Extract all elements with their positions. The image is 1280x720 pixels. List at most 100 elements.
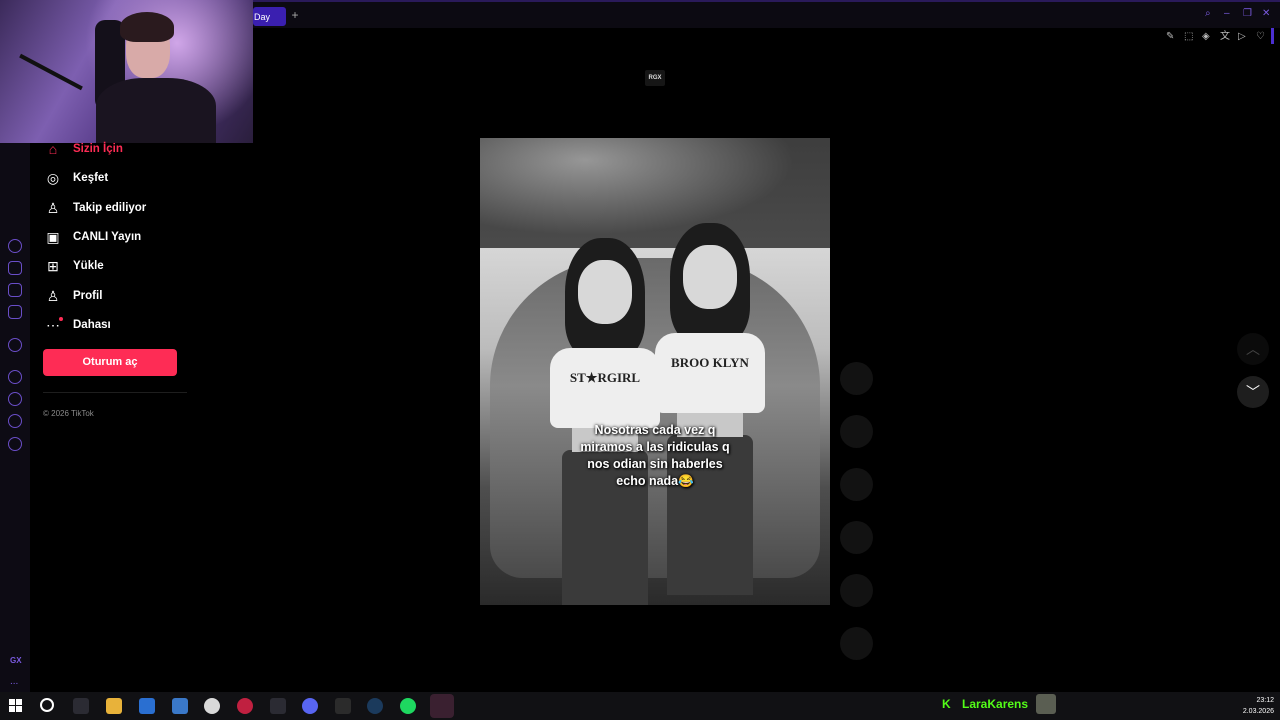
pin-icon[interactable]: ✎ <box>1166 31 1176 43</box>
history-icon[interactable] <box>8 392 22 406</box>
clock-date: 2.03.2026 <box>1242 708 1274 715</box>
browser-tab-active[interactable]: Day <box>253 7 286 26</box>
webcam-overlay <box>0 0 253 143</box>
video-person-right: BROO KLYN <box>655 223 765 605</box>
windows-taskbar <box>0 692 1280 720</box>
kick-username: LaraKarens <box>962 697 1029 711</box>
person-face <box>578 260 632 324</box>
heart-icon[interactable]: ♡ <box>1256 31 1266 43</box>
nav-item-live[interactable]: ▣ CANLI Yayın <box>45 227 141 247</box>
caption-line: Nosotras cada vez q <box>594 423 716 437</box>
profile-icon: ♙ <box>46 288 60 304</box>
snapshot-icon[interactable]: ⬚ <box>1184 31 1194 43</box>
browser-toolbar: ✎ ⬚ ◈ 文 ▷ ♡ <box>253 28 1280 48</box>
comment-button[interactable] <box>840 468 873 501</box>
windows-start-icon[interactable] <box>9 699 25 715</box>
screen: Day + ⌕ – ❐ ✕ ✎ ⬚ ◈ 文 ▷ ♡ GX ... ⌂ Sizin… <box>0 0 1280 720</box>
next-video-button[interactable]: ﹀ <box>1237 376 1269 408</box>
opera-gx-icon[interactable] <box>237 698 253 714</box>
nav-divider <box>43 392 187 393</box>
webcam-streamer-body <box>96 78 216 143</box>
system-clock[interactable]: 23:12 2.03.2026 <box>1243 695 1274 717</box>
webcam-streamer-hair <box>120 12 174 42</box>
nav-item-label: Profil <box>73 290 103 302</box>
person-shirt <box>655 333 765 413</box>
previous-video-button[interactable]: ︿ <box>1237 333 1269 365</box>
gx-settings-icon[interactable] <box>8 338 22 352</box>
nav-item-following[interactable]: ♙ Takip ediliyor <box>45 198 147 218</box>
nav-item-for-you[interactable]: ⌂ Sizin İçin <box>45 139 123 159</box>
clock-time: 23:12 <box>1256 697 1274 704</box>
kick-avatar <box>1036 694 1056 714</box>
shirt-text-left: ST★RGIRL <box>569 370 641 385</box>
close-icon[interactable]: ✕ <box>1262 9 1272 19</box>
login-button[interactable]: Oturum aç <box>43 349 177 376</box>
gx-corner-icon[interactable] <box>8 261 22 275</box>
search-icon[interactable]: ⌕ <box>1205 9 1215 19</box>
search-icon[interactable] <box>40 698 54 712</box>
restore-icon[interactable]: ❐ <box>1243 9 1253 19</box>
shirt-text-right: BROO KLYN <box>671 355 749 370</box>
chat-icon[interactable] <box>8 414 22 428</box>
nav-item-label: Sizin İçin <box>73 143 123 155</box>
epic-games-icon[interactable] <box>335 698 351 714</box>
music-disc-button[interactable] <box>840 627 873 660</box>
sidebar-accent-bar <box>1271 28 1274 44</box>
opera-gx-active-icon[interactable] <box>430 694 454 718</box>
more-icon: ⋯ <box>45 317 63 333</box>
video-player[interactable]: ST★RGIRL BROO KLYN <box>480 138 830 605</box>
minimize-icon[interactable]: – <box>1224 9 1234 19</box>
video-caption: Nosotras cada vez q miramos a las ridicu… <box>565 422 745 490</box>
nav-item-upload[interactable]: ⊞ Yükle <box>45 256 104 276</box>
messenger-icon[interactable] <box>8 305 22 319</box>
gx-more-icon[interactable]: ... <box>10 676 18 687</box>
copyright-text: © 2026 TikTok <box>43 409 94 418</box>
nav-item-label: Takip ediliyor <box>73 202 147 214</box>
obs-icon[interactable] <box>204 698 220 714</box>
nav-item-explore[interactable]: ◎ Keşfet <box>45 168 108 188</box>
settings-icon[interactable] <box>8 437 22 451</box>
creator-tag[interactable]: RGX <box>645 70 665 86</box>
app-g-icon[interactable] <box>270 698 286 714</box>
person-face <box>683 245 737 309</box>
network-app-icon[interactable] <box>172 698 188 714</box>
chevron-down-icon: ﹀ <box>1246 384 1260 400</box>
notification-dot <box>59 317 63 321</box>
avatar-button[interactable] <box>840 362 873 395</box>
discord-icon[interactable] <box>302 698 318 714</box>
upload-icon: ⊞ <box>47 258 59 274</box>
file-explorer-icon[interactable] <box>106 698 122 714</box>
nav-item-profile[interactable]: ♙ Profil <box>45 286 103 306</box>
nav-item-label: Dahası <box>73 319 111 331</box>
caption-line: miramos a las ridiculas q <box>580 440 730 454</box>
tiktok-sidebar: ⌂ Sizin İçin ◎ Keşfet ♙ Takip ediliyor ▣… <box>30 141 253 692</box>
nav-item-label: Yükle <box>73 260 104 272</box>
caption-line: echo nada😂 <box>616 474 694 488</box>
video-actions <box>840 362 873 680</box>
save-button[interactable] <box>840 521 873 554</box>
shield-icon[interactable]: ◈ <box>1202 31 1212 43</box>
player-icon[interactable] <box>8 370 22 384</box>
like-button[interactable] <box>840 415 873 448</box>
nav-item-more[interactable]: ⋯ Dahası <box>45 315 111 335</box>
live-tv-icon: ▣ <box>46 229 60 245</box>
chevron-up-icon: ︿ <box>1246 341 1260 357</box>
remote-desktop-icon[interactable] <box>139 698 155 714</box>
task-view-icon[interactable] <box>73 698 89 714</box>
person-shirt <box>550 348 660 428</box>
home-icon: ⌂ <box>48 141 58 157</box>
following-icon: ♙ <box>46 200 60 216</box>
steam-icon[interactable] <box>367 698 383 714</box>
spotify-icon[interactable] <box>400 698 416 714</box>
gx-control-icon[interactable] <box>8 239 22 253</box>
translate-icon[interactable]: 文 <box>1220 31 1230 43</box>
nav-item-label: Keşfet <box>73 172 109 184</box>
kick-icon: K <box>942 697 951 711</box>
nav-item-label: CANLI Yayın <box>73 231 142 243</box>
share-button[interactable] <box>840 574 873 607</box>
play-icon[interactable]: ▷ <box>1238 31 1248 43</box>
twitch-icon[interactable] <box>8 283 22 297</box>
gx-label: GX <box>10 656 22 665</box>
new-tab-button[interactable]: + <box>289 8 301 22</box>
toolbar-icons: ✎ ⬚ ◈ 文 ▷ ♡ <box>1166 31 1266 43</box>
